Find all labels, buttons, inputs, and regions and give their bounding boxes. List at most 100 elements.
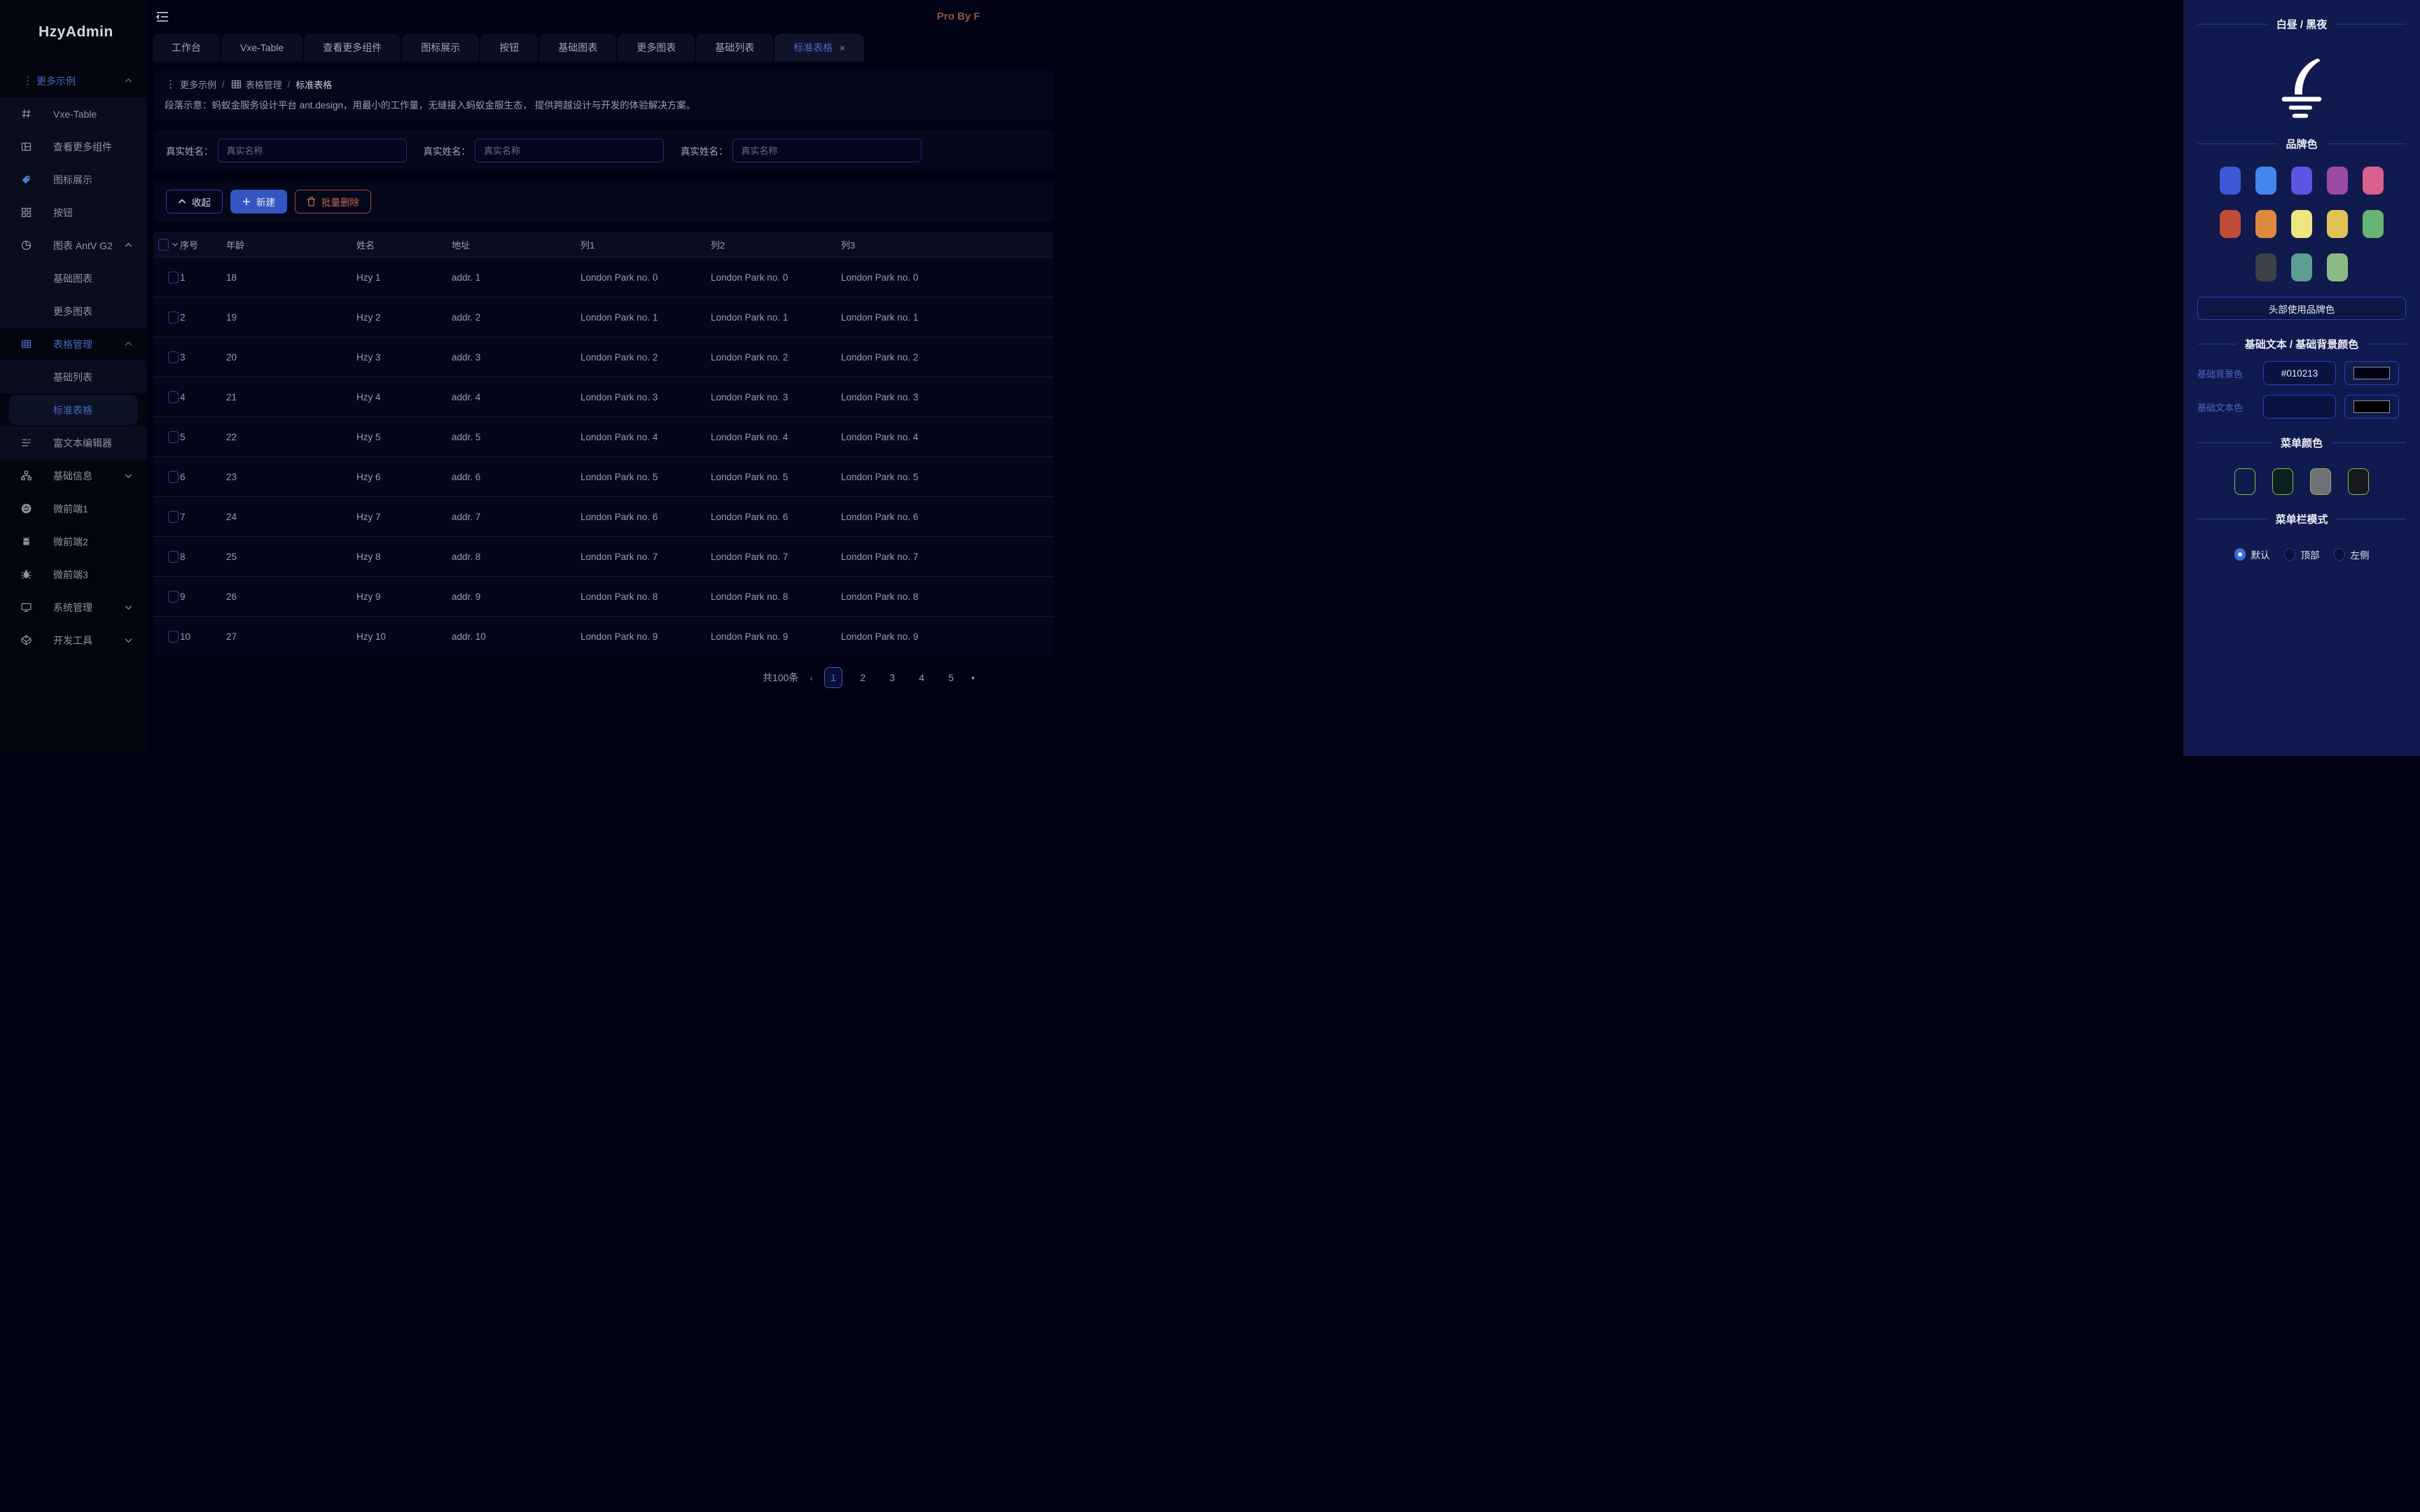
pagination-prev-icon[interactable]: ‹ <box>809 672 813 683</box>
brand-color-swatch[interactable] <box>2220 167 2241 195</box>
brand-color-swatch[interactable] <box>2327 253 2348 281</box>
menu-color-swatch[interactable] <box>2310 468 2331 495</box>
tab-按钮[interactable]: 按钮 <box>480 34 538 62</box>
row-checkbox[interactable] <box>168 550 179 563</box>
table-row[interactable]: 9 26 Hzy 9 addr. 9 London Park no. 8 London P… <box>153 576 1053 616</box>
menu-fold-icon[interactable] <box>155 10 169 24</box>
sidebar-item-更多图表[interactable]: 更多图表 <box>0 295 147 328</box>
brand-color-swatch[interactable] <box>2363 210 2384 238</box>
table-cell-age: 23 <box>226 471 237 482</box>
sidebar-item-基础列表[interactable]: 基础列表 <box>0 360 147 393</box>
breadcrumb-item[interactable]: 表格管理 <box>230 78 282 91</box>
pagination-page-5[interactable]: 5 <box>942 667 960 688</box>
base-text-color-input[interactable] <box>2263 395 2336 419</box>
table-column-header: 列1 <box>580 239 595 251</box>
tab-Vxe-Table[interactable]: Vxe-Table <box>221 34 303 62</box>
pagination-more[interactable]: • <box>971 672 975 683</box>
brand-color-swatch[interactable] <box>2255 253 2276 281</box>
sidebar-item-微前端3[interactable]: 微前端3 <box>0 558 147 591</box>
row-checkbox[interactable] <box>168 311 179 323</box>
pagination-page-3[interactable]: 3 <box>883 667 901 688</box>
sidebar-item-基础信息[interactable]: 基础信息 <box>0 459 147 492</box>
select-all-checkbox[interactable] <box>158 238 169 251</box>
row-checkbox[interactable] <box>168 590 179 603</box>
menu-color-swatch[interactable] <box>2234 468 2255 495</box>
base-bg-color-input[interactable] <box>2263 361 2336 385</box>
pagination-page-2[interactable]: 2 <box>854 667 872 688</box>
breadcrumb-item[interactable]: 更多示例 <box>165 78 216 91</box>
table-row[interactable]: 3 20 Hzy 3 addr. 3 London Park no. 2 London P… <box>153 337 1053 377</box>
brand-color-swatch[interactable] <box>2255 167 2276 195</box>
create-button[interactable]: 新建 <box>230 190 287 214</box>
base-bg-color-picker[interactable] <box>2344 361 2399 385</box>
menu-color-swatch[interactable] <box>2272 468 2293 495</box>
tab-工作台[interactable]: 工作台 <box>153 34 220 62</box>
tab-基础图表[interactable]: 基础图表 <box>539 34 617 62</box>
sidebar-item-系统管理[interactable]: 系统管理 <box>0 591 147 624</box>
brand-color-swatch[interactable] <box>2220 210 2241 238</box>
batch-delete-button[interactable]: 批量删除 <box>295 190 371 214</box>
brand-color-swatch[interactable] <box>2363 167 2384 195</box>
collapse-button[interactable]: 收起 <box>166 190 223 214</box>
sidebar-item-基础图表[interactable]: 基础图表 <box>0 262 147 295</box>
sidebar-item-表格管理[interactable]: 表格管理 <box>0 328 147 360</box>
sidebar-item-查看更多组件[interactable]: 查看更多组件 <box>0 130 147 163</box>
real-name-input[interactable] <box>217 139 407 162</box>
sidebar-item-富文本编辑器[interactable]: 富文本编辑器 <box>0 426 147 459</box>
dark-mode-toggle[interactable] <box>2197 55 2406 120</box>
sidebar-item-按钮[interactable]: 按钮 <box>0 196 147 229</box>
menu-mode-option-顶部[interactable]: 顶部 <box>2283 547 2320 561</box>
tab-标准表格[interactable]: 标准表格 × <box>774 34 864 62</box>
tab-查看更多组件[interactable]: 查看更多组件 <box>304 34 401 62</box>
sidebar-item-标准表格[interactable]: 标准表格 <box>9 395 138 425</box>
brand-color-swatch[interactable] <box>2327 210 2348 238</box>
header-use-brand-color-button[interactable]: 头部使用品牌色 <box>2197 297 2406 320</box>
radio-icon[interactable] <box>2333 548 2345 561</box>
sidebar-item-微前端1[interactable]: 微前端1 <box>0 492 147 525</box>
table-row[interactable]: 8 25 Hzy 8 addr. 8 London Park no. 7 London P… <box>153 536 1053 576</box>
table-row[interactable]: 6 23 Hzy 6 addr. 6 London Park no. 5 London P… <box>153 456 1053 496</box>
table-cell-age: 20 <box>226 351 237 363</box>
row-checkbox[interactable] <box>168 391 179 403</box>
filter-label: 真实姓名： <box>166 146 214 157</box>
table-row[interactable]: 1 18 Hzy 1 addr. 1 London Park no. 0 London P… <box>153 257 1053 297</box>
tab-close-icon[interactable]: × <box>840 43 845 53</box>
radio-icon[interactable] <box>2283 548 2295 561</box>
row-checkbox[interactable] <box>168 351 179 363</box>
pagination-page-4[interactable]: 4 <box>912 667 931 688</box>
breadcrumb-item[interactable]: 标准表格 <box>295 78 332 91</box>
row-checkbox[interactable] <box>168 430 179 443</box>
table-row[interactable]: 4 21 Hzy 4 addr. 4 London Park no. 3 London P… <box>153 377 1053 416</box>
brand-color-swatch[interactable] <box>2255 210 2276 238</box>
row-checkbox[interactable] <box>168 630 179 643</box>
real-name-input[interactable] <box>732 139 922 162</box>
tab-基础列表[interactable]: 基础列表 <box>696 34 774 62</box>
brand-color-swatch[interactable] <box>2327 167 2348 195</box>
sidebar-item-更多示例[interactable]: 更多示例 <box>0 64 147 97</box>
tab-更多图表[interactable]: 更多图表 <box>618 34 695 62</box>
sidebar-item-Vxe-Table[interactable]: Vxe-Table <box>0 97 147 130</box>
menu-mode-option-默认[interactable]: 默认 <box>2234 547 2270 561</box>
menu-color-swatch[interactable] <box>2348 468 2369 495</box>
sidebar-item-图表 AntV G2[interactable]: 图表 AntV G2 <box>0 229 147 262</box>
sidebar-item-图标展示[interactable]: 图标展示 <box>0 163 147 196</box>
sidebar-item-开发工具[interactable]: 开发工具 <box>0 624 147 657</box>
brand-color-swatch[interactable] <box>2291 167 2312 195</box>
table-row[interactable]: 7 24 Hzy 7 addr. 7 London Park no. 6 London P… <box>153 496 1053 536</box>
row-checkbox[interactable] <box>168 271 179 284</box>
row-checkbox[interactable] <box>168 470 179 483</box>
table-row[interactable]: 10 27 Hzy 10 addr. 10 London Park no. 9 Londo… <box>153 616 1053 656</box>
menu-mode-option-左侧[interactable]: 左侧 <box>2333 547 2370 561</box>
table-row[interactable]: 2 19 Hzy 2 addr. 2 London Park no. 1 London P… <box>153 297 1053 337</box>
brand-color-swatch[interactable] <box>2291 210 2312 238</box>
select-caret-icon[interactable] <box>172 241 179 248</box>
tab-图标展示[interactable]: 图标展示 <box>402 34 480 62</box>
real-name-input[interactable] <box>475 139 664 162</box>
sidebar-item-微前端2[interactable]: 微前端2 <box>0 525 147 558</box>
row-checkbox[interactable] <box>168 510 179 523</box>
base-text-color-picker[interactable] <box>2344 395 2399 419</box>
table-row[interactable]: 5 22 Hzy 5 addr. 5 London Park no. 4 London P… <box>153 416 1053 456</box>
pagination-page-1[interactable]: 1 <box>824 667 843 688</box>
brand-color-swatch[interactable] <box>2291 253 2312 281</box>
radio-icon[interactable] <box>2234 548 2246 561</box>
